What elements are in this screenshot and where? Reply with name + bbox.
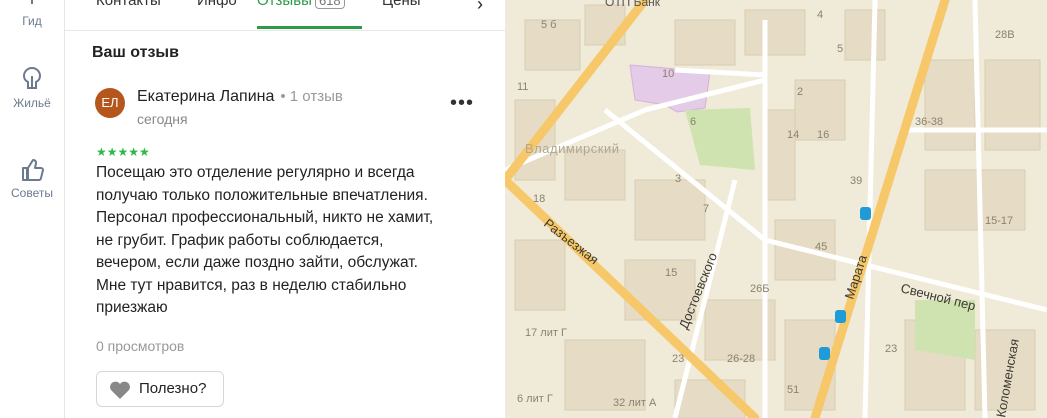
map-label: 4 <box>817 9 823 21</box>
map-label: 5 <box>837 43 843 55</box>
tab-bar: Контакты Инфо Отзывы 618 Цены › <box>65 0 505 31</box>
tabs-scroll-right-icon[interactable]: › <box>477 0 483 15</box>
avatar[interactable]: ЕЛ <box>95 88 125 118</box>
map-label: 45 <box>815 241 827 253</box>
map-label: 16 <box>817 129 829 141</box>
map-label: 15-17 <box>985 215 1013 227</box>
map-label: 15 <box>665 267 677 279</box>
review-author: Екатерина Лапина • 1 отзыв <box>137 88 343 106</box>
map-label: 5 б <box>541 19 556 31</box>
useful-button[interactable]: Полезно? <box>96 371 224 407</box>
map-label: 26-28 <box>727 353 755 365</box>
map-label: 6 лит Г <box>517 393 553 405</box>
nav-guide[interactable]: Гид <box>0 0 64 28</box>
housing-icon <box>22 66 42 89</box>
map-label-bank[interactable]: ОТП Банк <box>605 0 661 9</box>
reviews-count-badge: 618 <box>314 0 345 9</box>
map[interactable]: ОТП Банк 5 б 4 5 11 28В 10 6 2 14 16 36-… <box>505 0 1047 418</box>
map-label: 32 лит А <box>613 397 657 409</box>
nav-housing[interactable]: Жильё <box>0 66 64 110</box>
map-label: 11 <box>517 81 528 93</box>
map-label: 51 <box>787 384 799 396</box>
place-panel: Контакты Инфо Отзывы 618 Цены › Ваш отзыв… <box>65 0 505 418</box>
section-title: Ваш отзыв <box>92 44 179 61</box>
thumbs-up-icon <box>22 159 44 181</box>
metro-icon[interactable] <box>835 310 846 323</box>
tab-reviews-label: Отзывы <box>257 0 312 9</box>
map-label: 3 <box>675 173 681 185</box>
tab-info[interactable]: Инфо <box>197 0 237 9</box>
map-label: 28В <box>995 29 1015 41</box>
review-views: 0 просмотров <box>96 338 185 354</box>
more-dots-icon[interactable]: ••• <box>450 92 474 115</box>
map-label: 23 <box>885 343 897 355</box>
map-label: 26Б <box>750 283 769 295</box>
metro-icon[interactable] <box>819 347 830 360</box>
tab-reviews[interactable]: Отзывы 618 <box>257 0 345 9</box>
map-label: 23 <box>672 353 684 365</box>
active-tab-indicator <box>257 26 362 29</box>
review-date: сегодня <box>137 111 188 127</box>
map-label-district[interactable]: Владимирский <box>525 141 619 156</box>
map-label: 36-38 <box>915 116 943 128</box>
heart-icon <box>110 381 130 399</box>
map-label: 17 лит Г <box>525 327 567 339</box>
rating-stars: ★★★★★ <box>96 145 150 159</box>
map-label: 10 <box>662 68 674 80</box>
tab-contacts[interactable]: Контакты <box>96 0 161 9</box>
metro-icon[interactable] <box>860 207 871 220</box>
map-label: 14 <box>787 129 799 141</box>
map-label: 2 <box>797 86 803 98</box>
map-label: 18 <box>533 193 545 205</box>
map-label: 39 <box>850 175 862 187</box>
nav-tips[interactable]: Советы <box>0 158 64 200</box>
tab-prices[interactable]: Цены <box>382 0 421 9</box>
left-navigation: Гид Жильё Советы <box>0 0 65 418</box>
author-name[interactable]: Екатерина Лапина <box>137 88 274 105</box>
map-label: 7 <box>703 203 709 215</box>
map-label: 6 <box>690 116 696 128</box>
guide-icon <box>31 0 33 4</box>
author-review-count: • 1 отзыв <box>280 88 343 105</box>
review-text: Посещаю это отделение регулярно и всегда… <box>96 164 434 316</box>
